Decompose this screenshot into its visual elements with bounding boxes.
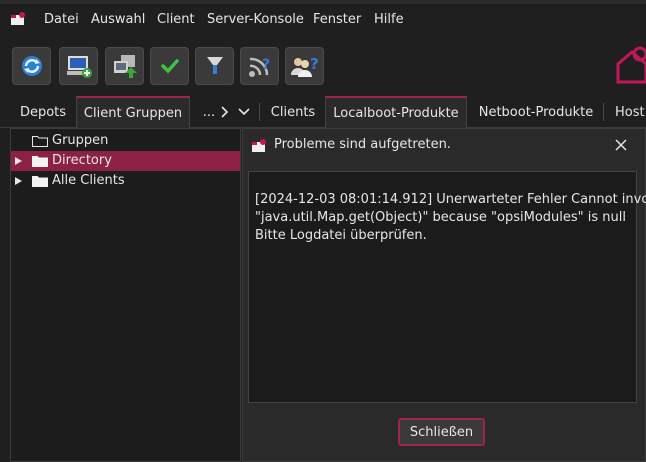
menubar: Datei Auswahl Client Server-Konsole Fens… <box>0 4 646 34</box>
opsi-app-icon <box>11 12 25 25</box>
tab-scroll-right-button[interactable] <box>218 96 232 128</box>
tab-netboot-produkte[interactable]: Netboot-Produkte <box>470 96 602 128</box>
chevron-right-icon <box>221 106 229 118</box>
deploy-client-icon <box>113 55 137 78</box>
tree-item-label: Alle Clients <box>52 173 125 188</box>
menu-auswahl[interactable]: Auswahl <box>91 12 145 27</box>
menu-datei[interactable]: Datei <box>44 12 79 27</box>
opsi-app-icon <box>252 139 266 152</box>
tab-label: Depots <box>19 104 67 120</box>
error-message-line: [2024-12-03 08:01:14.912] Unerwarteter F… <box>255 192 646 207</box>
svg-text:?: ? <box>310 55 319 73</box>
tab-client-gruppen[interactable]: Client Gruppen <box>76 96 190 128</box>
dialog-title: Probleme sind aufgetreten. <box>274 137 451 152</box>
tab-separator <box>603 103 604 121</box>
user-help-icon: ? <box>290 55 319 77</box>
error-dialog: Probleme sind aufgetreten. [2024-12-03 0… <box>242 128 646 462</box>
tree-item-directory[interactable]: Directory <box>11 151 240 171</box>
tab-label: ... <box>202 104 216 120</box>
tab-host[interactable]: Host <box>607 96 646 128</box>
tab-clients[interactable]: Clients <box>262 96 324 128</box>
tab-label: Host <box>615 104 645 120</box>
add-client-icon <box>66 56 92 78</box>
reload-button[interactable] <box>12 47 51 85</box>
tab-bar: Depots Client Gruppen ... Clients Localb… <box>0 96 646 128</box>
deploy-client-button[interactable] <box>105 47 144 85</box>
menu-hilfe[interactable]: Hilfe <box>374 12 404 27</box>
save-button[interactable] <box>150 47 189 85</box>
tab-label: Client Gruppen <box>83 105 183 121</box>
add-client-button[interactable] <box>59 47 98 85</box>
menu-server-konsole[interactable]: Server-Konsole <box>207 12 304 27</box>
tree-item-gruppen[interactable]: Gruppen <box>11 131 240 151</box>
tab-label: Netboot-Produkte <box>478 104 594 120</box>
reload-icon <box>21 56 42 76</box>
folder-icon <box>32 176 48 187</box>
tab-label: Localboot-Produkte <box>333 105 459 121</box>
tab-separator <box>259 103 260 121</box>
expand-arrow-icon[interactable] <box>15 157 22 165</box>
tab-depots[interactable]: Depots <box>10 96 76 128</box>
tab-label: Clients <box>270 104 316 120</box>
user-help-button[interactable]: ? <box>285 47 324 85</box>
tree-item-label: Directory <box>52 153 112 168</box>
client-group-tree: Gruppen Directory Alle Clients <box>10 128 241 462</box>
connection-status-icon: ? <box>248 57 270 77</box>
folder-icon <box>32 136 48 147</box>
opsi-brand-logo <box>616 46 646 84</box>
tab-list-button[interactable] <box>236 96 252 128</box>
schliessen-button[interactable]: Schließen <box>398 418 485 446</box>
dialog-close-button[interactable] <box>611 135 631 155</box>
folder-icon <box>32 156 48 167</box>
error-message-box: [2024-12-03 08:01:14.912] Unerwarteter F… <box>248 171 646 403</box>
filter-button[interactable] <box>195 47 234 85</box>
error-message-line: "java.util.Map.get(Object)" because "ops… <box>255 210 627 225</box>
svg-text:?: ? <box>262 57 270 73</box>
menu-client[interactable]: Client <box>157 12 195 27</box>
error-message-line: Bitte Logdatei überprüfen. <box>255 228 427 243</box>
filter-icon <box>206 57 223 74</box>
tree-item-label: Gruppen <box>52 133 109 148</box>
tab-localboot-produkte[interactable]: Localboot-Produkte <box>325 96 467 128</box>
toolbar: ? ? <box>0 34 646 96</box>
connection-button[interactable]: ? <box>240 47 279 85</box>
expand-arrow-icon[interactable] <box>15 177 22 185</box>
save-checkmark-icon <box>160 59 179 74</box>
chevron-down-icon <box>238 108 250 116</box>
menu-fenster[interactable]: Fenster <box>313 12 361 27</box>
tree-item-alle-clients[interactable]: Alle Clients <box>11 171 240 191</box>
close-icon <box>615 139 627 151</box>
